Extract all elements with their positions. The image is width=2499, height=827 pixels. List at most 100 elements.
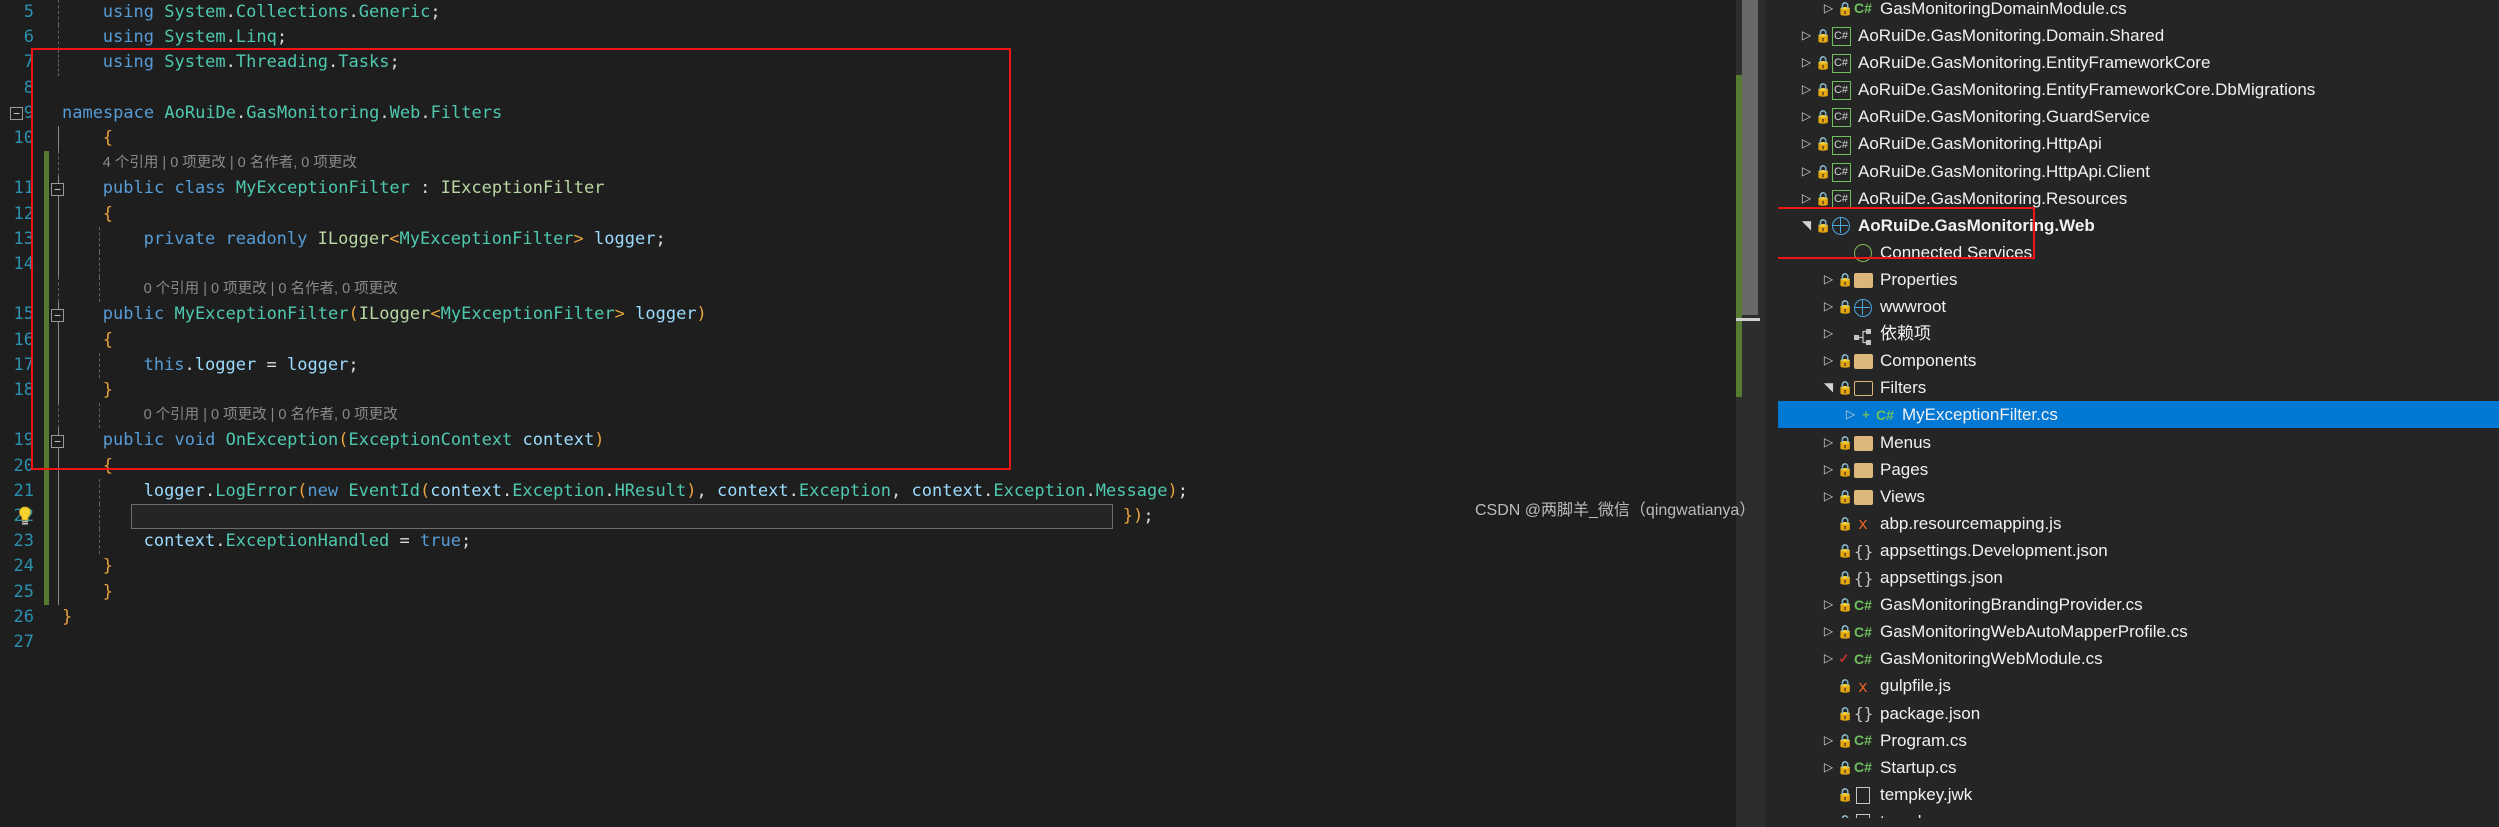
code-line[interactable]: 10 { [0, 126, 1766, 152]
codelens-row[interactable]: 0 个引用 | 0 项更改 | 0 名作者, 0 项更改 [0, 277, 1766, 303]
chevron-right-icon[interactable]: ▷ [1820, 0, 1837, 22]
codelens-row[interactable]: 4 个引用 | 0 项更改 | 0 名作者, 0 项更改 [0, 151, 1766, 177]
code-text[interactable]: { [103, 202, 113, 227]
tree-item--[interactable]: ▷ 依赖项 [1778, 319, 2499, 346]
code-text[interactable]: namespace AoRuiDe.GasMonitoring.Web.Filt… [62, 101, 502, 126]
code-text[interactable]: logger.LogError(new EventId(context.Exce… [144, 479, 1188, 504]
code-text[interactable]: { [103, 126, 113, 151]
tree-item-aoruide-gasmonitoring-web[interactable]: ◥ 🔒 AoRuiDe.GasMonitoring.Web [1778, 211, 2499, 238]
chevron-right-icon[interactable]: ▷ [1820, 320, 1837, 347]
panel-splitter[interactable] [1766, 0, 1778, 827]
tree-item-aoruide-gasmonitoring-entityframeworkcore[interactable]: ▷ 🔒 C# AoRuiDe.GasMonitoring.EntityFramewor… [1778, 48, 2499, 75]
code-text[interactable]: using System.Threading.Tasks; [103, 50, 400, 75]
tree-item-properties[interactable]: ▷ 🔒 Properties [1778, 265, 2499, 292]
code-line[interactable]: 7 using System.Threading.Tasks; [0, 50, 1766, 76]
tree-item-startup-cs[interactable]: ▷ 🔒C# Startup.cs [1778, 753, 2499, 780]
code-text[interactable]: } [103, 554, 113, 579]
code-line[interactable]: 26} [0, 605, 1766, 630]
code-line[interactable]: 18} [0, 378, 1766, 404]
code-line[interactable]: 17 this.logger = logger; [0, 352, 1766, 378]
chevron-right-icon[interactable]: ▷ [1820, 293, 1837, 320]
code-text[interactable]: { [103, 328, 113, 353]
code-line[interactable]: 23 context.ExceptionHandled = true; [0, 529, 1766, 555]
lightbulb-icon[interactable] [18, 506, 32, 526]
chevron-right-icon[interactable]: ▷ [1798, 130, 1815, 157]
code-line[interactable]: 9− namespace AoRuiDe.GasMonitoring.Web.Fi… [0, 101, 1766, 126]
tree-item-gasmonitoringwebautomapperprofile-cs[interactable]: ▷ 🔒C# GasMonitoringWebAutoMapperProfile.cs [1778, 617, 2499, 644]
code-text[interactable]: } [103, 580, 113, 605]
tree-item-pages[interactable]: ▷ 🔒 Pages [1778, 455, 2499, 482]
tree-item-views[interactable]: ▷ 🔒 Views [1778, 482, 2499, 509]
code-line[interactable]: 8 [0, 76, 1766, 101]
codelens-row[interactable]: 0 个引用 | 0 项更改 | 0 名作者, 0 项更改 [0, 403, 1766, 429]
code-text[interactable]: using System.Collections.Generic; [103, 0, 441, 25]
tree-item-myexceptionfilter-cs[interactable]: ▷ + C# MyExceptionFilter.cs [1778, 400, 2499, 428]
chevron-right-icon[interactable]: ▷ [1798, 158, 1815, 185]
code-text[interactable]: { [103, 454, 113, 479]
code-text[interactable]: public void OnException(ExceptionContext… [103, 428, 605, 453]
code-editor[interactable]: 5 using System.Collections.Generic; 6 using… [0, 0, 1766, 827]
chevron-right-icon[interactable]: ▷ [1820, 591, 1837, 618]
code-line[interactable]: 12 { [0, 201, 1766, 227]
chevron-right-icon[interactable]: ▷ [1820, 429, 1837, 456]
chevron-down-icon[interactable]: ◥ [1798, 212, 1815, 239]
tree-item-components[interactable]: ▷ 🔒 Components [1778, 346, 2499, 373]
tree-item-connected-services[interactable]: Connected Services [1778, 238, 2499, 265]
code-line[interactable]: 11 − public class MyExceptionFilter : IExc… [0, 176, 1766, 202]
tree-item-program-cs[interactable]: ▷ 🔒C# Program.cs [1778, 726, 2499, 753]
tree-item-menus[interactable]: ▷ 🔒 Menus [1778, 428, 2499, 455]
vertical-scrollbar-thumb[interactable] [1742, 0, 1758, 315]
code-line[interactable]: 16 { [0, 327, 1766, 353]
code-line[interactable]: 20 { [0, 453, 1766, 479]
codelens-text[interactable]: 0 个引用 | 0 项更改 | 0 名作者, 0 项更改 [144, 403, 398, 428]
chevron-right-icon[interactable]: ▷ [1820, 483, 1837, 510]
tree-item-filters[interactable]: ◥ 🔒 Filters [1778, 373, 2499, 400]
code-text[interactable]: } [62, 605, 72, 630]
chevron-right-icon[interactable]: ▷ [1798, 76, 1815, 103]
tree-item-gasmonitoringwebmodule-cs[interactable]: ▷ ✓ C# GasMonitoringWebModule.cs [1778, 644, 2499, 671]
chevron-right-icon[interactable]: ▷ [1798, 22, 1815, 49]
code-text[interactable]: private readonly ILogger<MyExceptionFilt… [144, 227, 666, 252]
tree-item-aoruide-gasmonitoring-resources[interactable]: ▷ 🔒 C# AoRuiDe.GasMonitoring.Resources [1778, 184, 2499, 211]
code-line[interactable]: 24} [0, 554, 1766, 580]
chevron-right-icon[interactable]: ▷ [1798, 185, 1815, 212]
tree-item-aoruide-gasmonitoring-httpapi-client[interactable]: ▷ 🔒 C# AoRuiDe.GasMonitoring.HttpApi.Client [1778, 157, 2499, 184]
tree-item-gasmonitoringbrandingprovider-cs[interactable]: ▷ 🔒C# GasMonitoringBrandingProvider.cs [1778, 590, 2499, 617]
chevron-right-icon[interactable]: ▷ [1820, 266, 1837, 293]
code-line[interactable]: 14 [0, 252, 1766, 278]
code-fold-toggle[interactable]: − [51, 308, 64, 322]
code-line[interactable]: 5 using System.Collections.Generic; [0, 0, 1766, 26]
chevron-right-icon[interactable]: ▷ [1798, 103, 1815, 130]
tree-item-abp-resourcemapping-js[interactable]: 🔒 x abp.resourcemapping.js [1778, 509, 2499, 536]
code-line[interactable]: 27 [0, 630, 1766, 655]
code-line[interactable]: 6 using System.Linq; [0, 25, 1766, 51]
tree-item-wwwroot[interactable]: ▷ 🔒 wwwroot [1778, 292, 2499, 319]
code-line[interactable]: 19 − public void OnException(ExceptionCont… [0, 428, 1766, 454]
code-text[interactable]: context.Result = new JsonResult(new { co… [144, 504, 1154, 529]
chevron-right-icon[interactable]: ▷ [1820, 645, 1837, 672]
tree-item-tempkey-jwk[interactable]: 🔒 tempkey.jwk [1778, 780, 2499, 807]
editor-scrollbar-margin[interactable] [1736, 0, 1766, 827]
tree-item-aoruide-gasmonitoring-domain-shared[interactable]: ▷ 🔒 C# AoRuiDe.GasMonitoring.Domain.Shared [1778, 21, 2499, 48]
code-line[interactable]: 13 private readonly ILogger<MyExceptionFi… [0, 226, 1766, 252]
tree-item-aoruide-gasmonitoring-guardservice[interactable]: ▷ 🔒 C# AoRuiDe.GasMonitoring.GuardService [1778, 102, 2499, 129]
tree-item-gasmonitoringdomainmodule-cs[interactable]: ▷ 🔒C# GasMonitoringDomainModule.cs [1778, 0, 2499, 21]
solution-explorer-panel[interactable]: ▷ 🔒C# GasMonitoringDomainModule.cs ▷ 🔒 C# AoRu… [1778, 0, 2499, 827]
chevron-right-icon[interactable]: ▷ [1820, 618, 1837, 645]
code-text[interactable]: public MyExceptionFilter(ILogger<MyExcep… [103, 302, 707, 327]
code-text[interactable]: context.ExceptionHandled = true; [144, 529, 472, 554]
code-text[interactable]: this.logger = logger; [144, 353, 359, 378]
code-fold-toggle[interactable]: − [51, 182, 64, 196]
chevron-right-icon[interactable]: ▷ [1798, 49, 1815, 76]
tree-item-package-json[interactable]: 🔒{} package.json [1778, 699, 2499, 726]
code-text[interactable]: } [103, 378, 113, 403]
tree-item-aoruide-gasmonitoring-httpapi[interactable]: ▷ 🔒 C# AoRuiDe.GasMonitoring.HttpApi [1778, 130, 2499, 157]
code-line[interactable]: 15 − public MyExceptionFilter(ILogger<MyEx… [0, 302, 1766, 328]
code-fold-toggle[interactable]: − [10, 107, 24, 121]
chevron-right-icon[interactable]: ▷ [1820, 754, 1837, 781]
code-text[interactable]: public class MyExceptionFilter : IExcept… [103, 176, 605, 201]
code-line[interactable]: 25} [0, 579, 1766, 605]
code-fold-toggle[interactable]: − [51, 434, 64, 448]
chevron-right-icon[interactable]: ▷ [1820, 347, 1837, 374]
codelens-text[interactable]: 4 个引用 | 0 项更改 | 0 名作者, 0 项更改 [103, 151, 357, 176]
